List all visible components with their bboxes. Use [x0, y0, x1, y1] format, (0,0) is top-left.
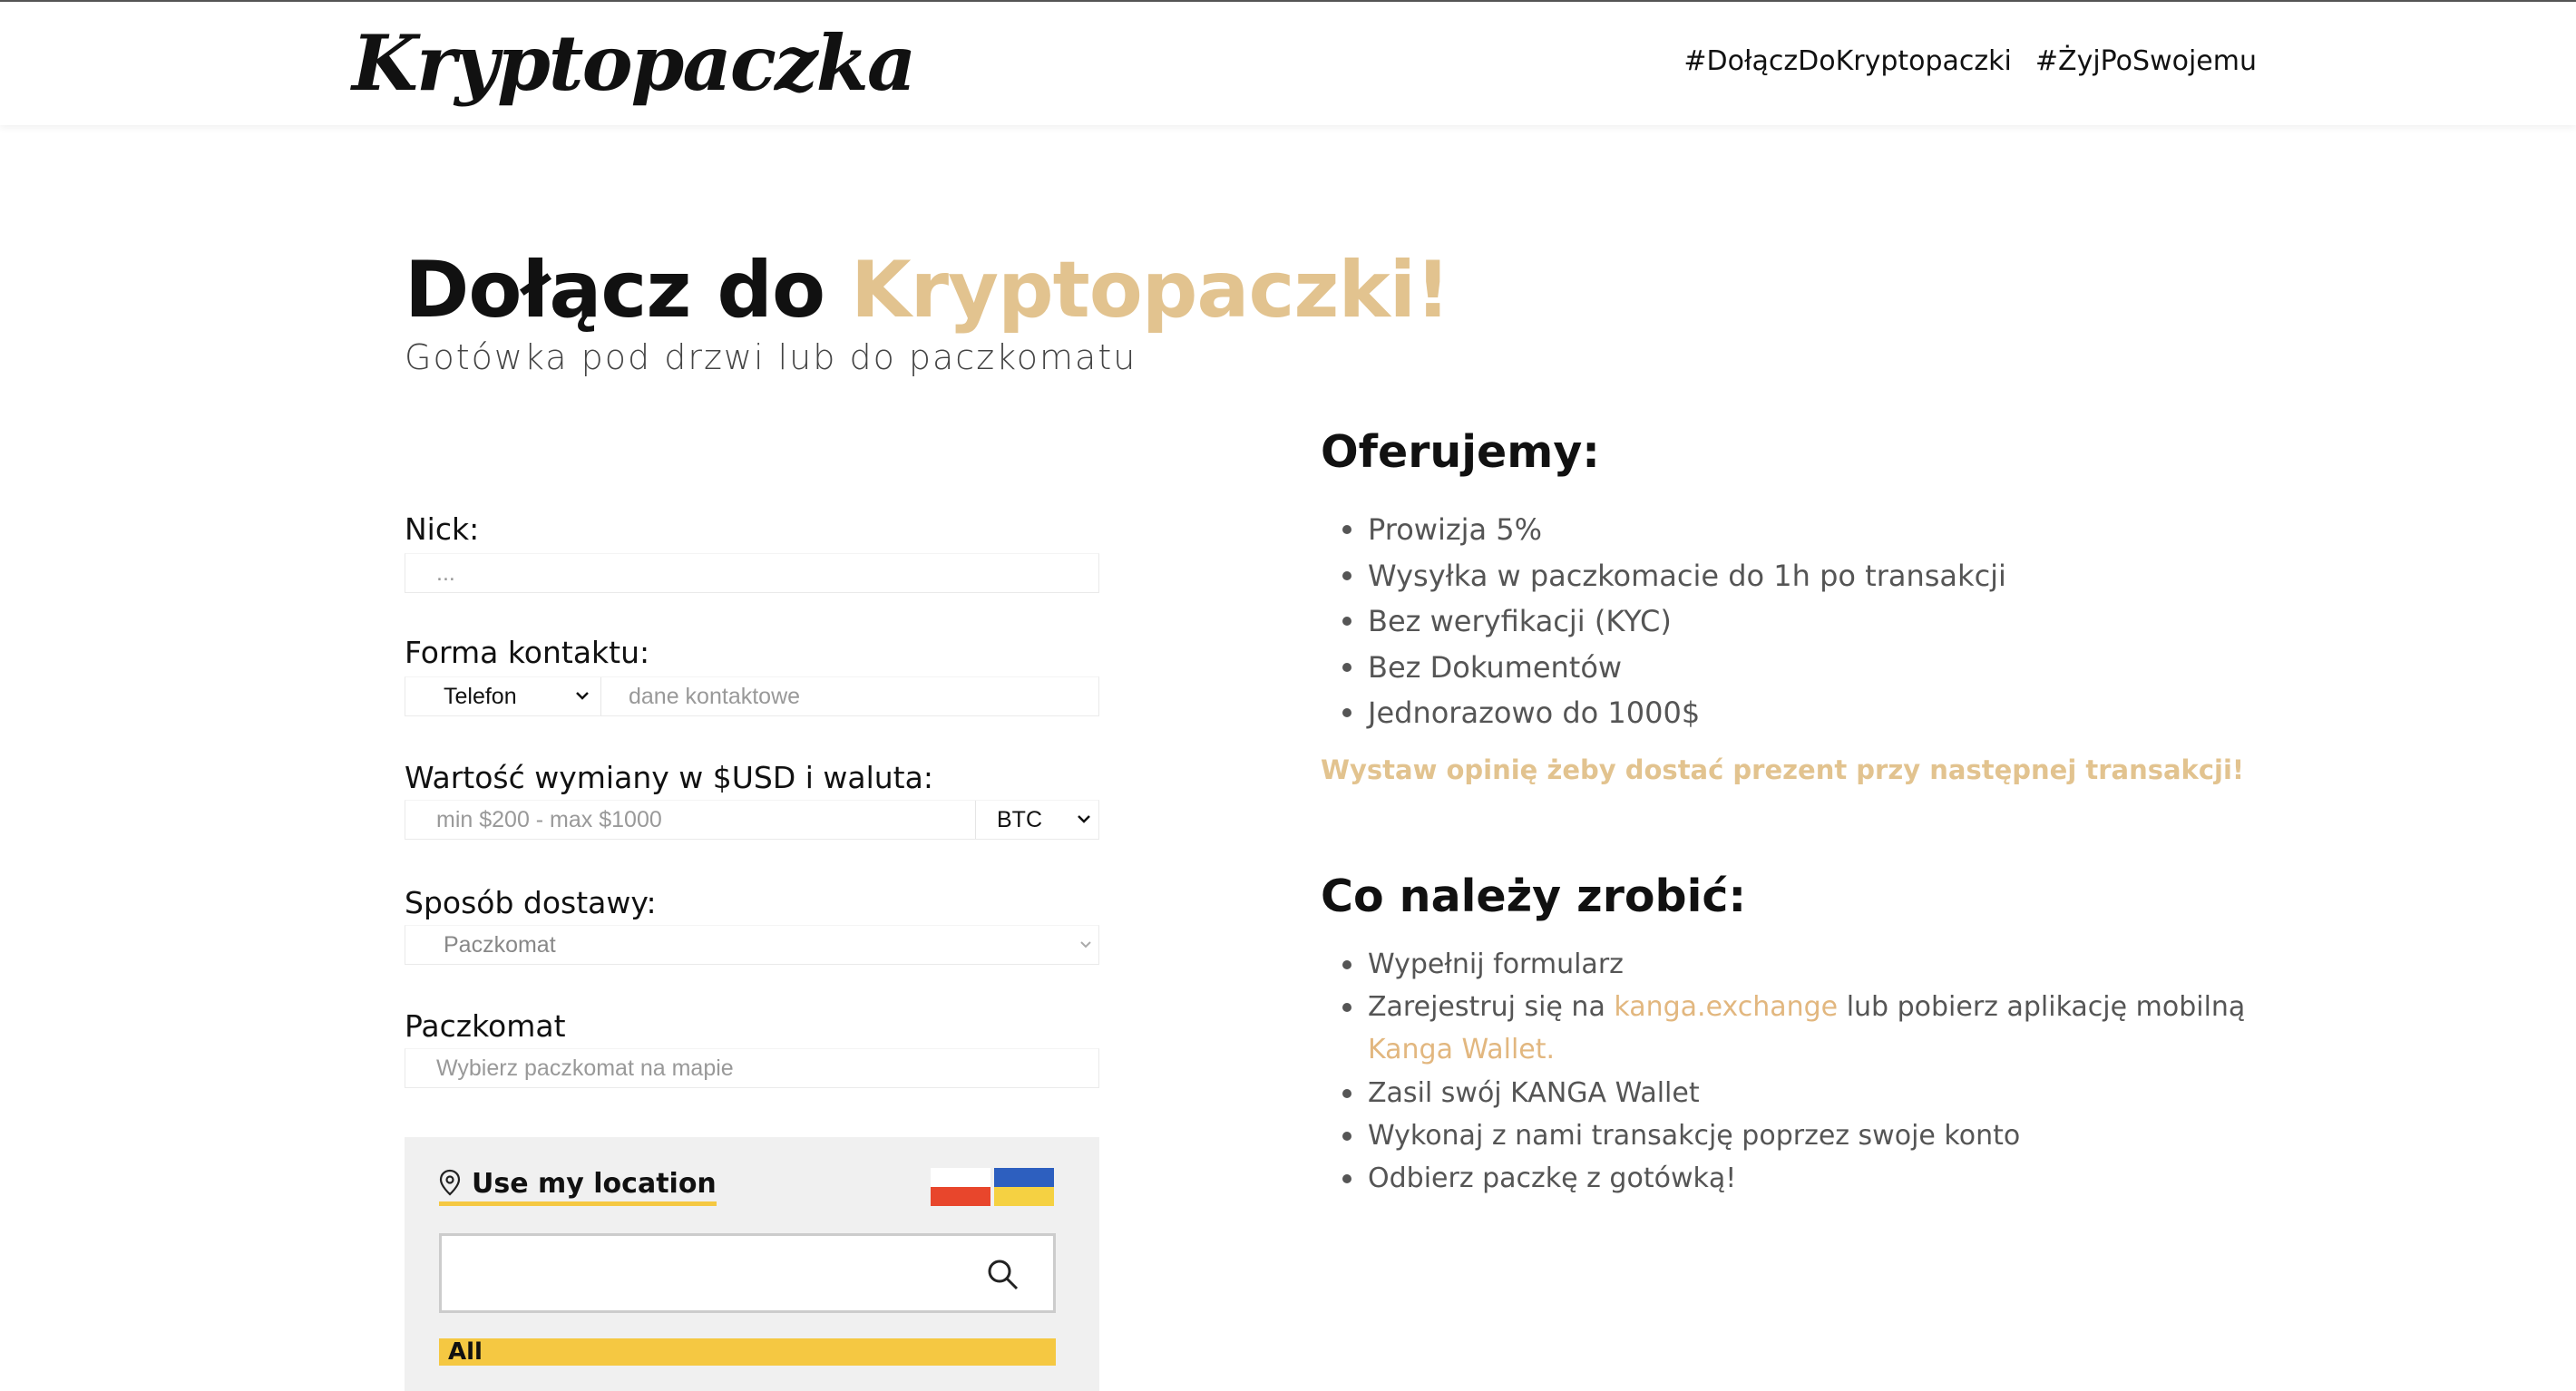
delivery-value-wrap: Paczkomat	[405, 926, 1098, 964]
currency-select[interactable]: BTC	[975, 801, 1100, 839]
contact-field-wrap: Telefon	[405, 676, 1099, 716]
language-flags	[931, 1168, 1054, 1206]
poland-flag-icon[interactable]	[931, 1168, 990, 1206]
steps-list: Wypełnij formularz Zarejestruj się na ka…	[1321, 943, 2245, 1200]
locker-input[interactable]	[405, 1049, 1098, 1087]
offer-item: Bez weryfikacji (KYC)	[1321, 598, 2006, 645]
contact-label: Forma kontaktu:	[405, 635, 650, 670]
step-item: Wykonaj z nami transakcję poprzez swoje …	[1321, 1114, 2245, 1157]
site-logo[interactable]: Kryptopaczka	[352, 18, 916, 108]
offer-item: Bez Dokumentów	[1321, 645, 2006, 691]
kanga-wallet-link[interactable]: Kanga Wallet.	[1368, 1034, 1555, 1065]
step-item-continued: Kanga Wallet.	[1321, 1028, 2245, 1071]
header-nav: #DołączDoKryptopaczki #ŻyjPoSwojemu	[1683, 45, 2257, 77]
use-location-button[interactable]: Use my location	[439, 1168, 717, 1206]
step-item: Odbierz paczkę z gotówką!	[1321, 1157, 2245, 1200]
locker-map-widget: Use my location All	[405, 1137, 1099, 1391]
offer-item: Jednorazowo do 1000$	[1321, 690, 2006, 736]
amount-input[interactable]	[405, 801, 975, 839]
nick-label: Nick:	[405, 511, 480, 547]
currency-value: BTC	[997, 806, 1042, 832]
nav-link-live[interactable]: #ŻyjPoSwojemu	[2035, 45, 2257, 77]
offer-list: Prowizja 5% Wysyłka w paczkomacie do 1h …	[1321, 507, 2006, 736]
amount-field-wrap: BTC	[405, 800, 1099, 840]
step-text: Zarejestruj się na	[1368, 991, 1615, 1024]
map-search-box	[439, 1233, 1056, 1313]
contact-type-select[interactable]: Telefon	[405, 677, 601, 715]
chevron-down-icon	[573, 686, 591, 710]
filter-all[interactable]: All	[439, 1338, 1056, 1366]
locker-field-wrap	[405, 1048, 1099, 1088]
map-search-input[interactable]	[442, 1236, 1006, 1312]
delivery-select[interactable]: Paczkomat	[405, 925, 1099, 965]
steps-heading: Co należy zrobić:	[1321, 871, 1747, 922]
nick-input[interactable]	[405, 554, 1098, 592]
kanga-exchange-link[interactable]: kanga.exchange	[1614, 991, 1838, 1023]
page-title-main: Dołącz do	[405, 245, 851, 336]
chevron-down-icon	[1077, 935, 1095, 958]
use-location-label: Use my location	[472, 1168, 717, 1200]
step-item: Wypełnij formularz	[1321, 943, 2245, 986]
ukraine-flag-icon[interactable]	[994, 1168, 1054, 1206]
offer-item: Wysyłka w paczkomacie do 1h po transakcj…	[1321, 553, 2006, 599]
step-text: lub pobierz aplikację mobilną	[1838, 991, 2246, 1024]
step-item: Zarejestruj się na kanga.exchange lub po…	[1321, 986, 2245, 1028]
search-icon[interactable]	[986, 1258, 1020, 1296]
offer-item: Prowizja 5%	[1321, 507, 2006, 553]
offer-heading: Oferujemy:	[1321, 426, 1600, 478]
review-promo: Wystaw opinię żeby dostać prezent przy n…	[1321, 754, 2245, 785]
page-title-accent: Kryptopaczki!	[850, 245, 1450, 336]
nav-link-join[interactable]: #DołączDoKryptopaczki	[1683, 45, 2012, 77]
locker-label: Paczkomat	[405, 1008, 566, 1044]
location-pin-icon	[439, 1169, 461, 1200]
contact-details-input[interactable]	[601, 677, 1098, 715]
delivery-value: Paczkomat	[444, 931, 556, 958]
contact-type-value: Telefon	[444, 683, 517, 709]
site-header: Kryptopaczka #DołączDoKryptopaczki #ŻyjP…	[0, 2, 2576, 125]
page-title: Dołącz do Kryptopaczki!	[405, 245, 1450, 336]
delivery-label: Sposób dostawy:	[405, 885, 657, 920]
nick-field-wrap	[405, 553, 1099, 593]
amount-label: Wartość wymiany w $USD i waluta:	[405, 760, 933, 795]
step-item: Zasil swój KANGA Wallet	[1321, 1072, 2245, 1114]
page-subtitle: Gotówka pod drzwi lub do paczkomatu	[405, 337, 1137, 377]
chevron-down-icon	[1075, 810, 1093, 833]
